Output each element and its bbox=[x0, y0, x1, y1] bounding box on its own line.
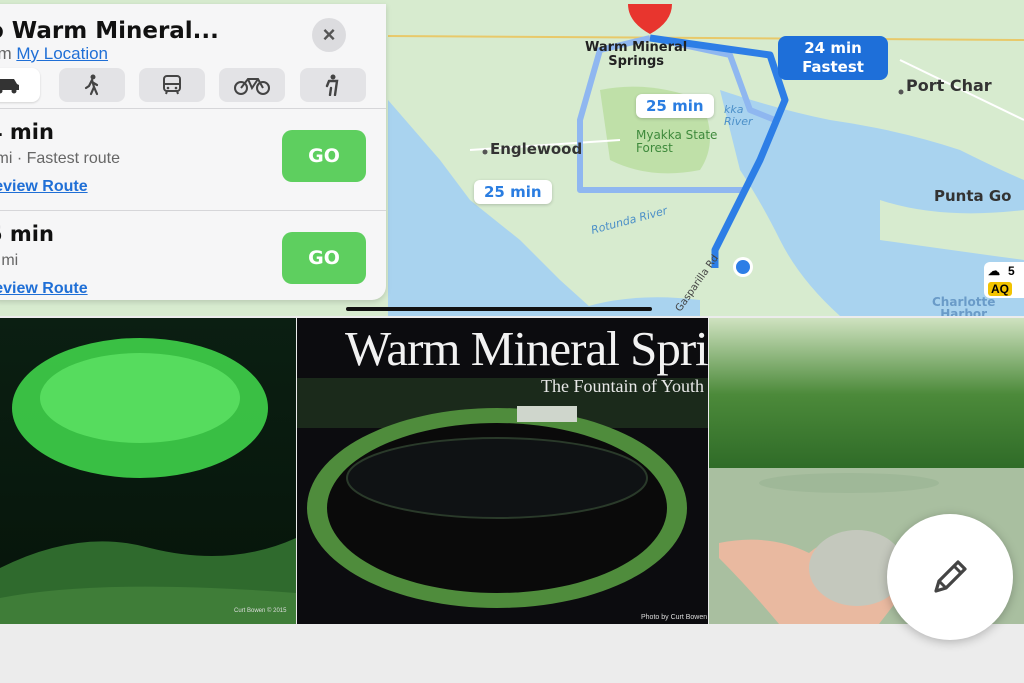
drag-handle[interactable] bbox=[346, 307, 652, 311]
route-2-go-button[interactable]: GO bbox=[282, 232, 366, 284]
myakka-river-b: River bbox=[724, 115, 753, 128]
photo-cave-underwater[interactable]: Curt Bowen © 2015 bbox=[0, 318, 296, 624]
mode-transit[interactable] bbox=[139, 68, 205, 102]
fastest-time: 24 min bbox=[804, 39, 862, 57]
ride-icon bbox=[325, 74, 339, 96]
route-1-time: 4 min bbox=[0, 120, 54, 144]
walk-icon bbox=[84, 74, 99, 96]
mode-drive[interactable] bbox=[0, 68, 40, 102]
directions-title: o Warm Mineral... bbox=[0, 18, 219, 44]
route-2-info: 0 mi bbox=[0, 252, 19, 269]
mode-bike[interactable] bbox=[219, 68, 285, 102]
place-port-charlotte: Port Char bbox=[906, 76, 992, 95]
route-option-1[interactable]: 4 min ' mi · Fastest route review Route … bbox=[0, 108, 386, 208]
place-englewood: Englewood bbox=[490, 140, 583, 158]
close-icon: × bbox=[322, 22, 336, 47]
photo-1-credit: Curt Bowen © 2015 bbox=[234, 608, 287, 614]
photo-2-subtitle: The Fountain of Youth bbox=[541, 376, 705, 396]
myakka-line2: Forest bbox=[636, 141, 673, 155]
fastest-label: Fastest bbox=[802, 58, 864, 76]
alt-route-time-2[interactable]: 25 min bbox=[474, 180, 552, 204]
charlotte-line2: Harbor bbox=[940, 307, 988, 316]
route-2-preview-link[interactable]: review Route bbox=[0, 280, 88, 298]
cave-illustration bbox=[0, 338, 296, 624]
edit-fab-button[interactable] bbox=[887, 514, 1013, 640]
place-myakka-river: kka River bbox=[724, 104, 753, 128]
photo-2-title: Warm Mineral Springs bbox=[345, 321, 708, 376]
pencil-icon bbox=[934, 560, 967, 593]
photo-spring-night[interactable]: Warm Mineral Springs The Fountain of You… bbox=[297, 318, 708, 624]
route-1-go-button[interactable]: GO bbox=[282, 130, 366, 182]
mode-walk[interactable] bbox=[59, 68, 125, 102]
bike-icon bbox=[234, 78, 270, 95]
destination-label: Warm Mineral Springs bbox=[585, 41, 687, 69]
from-prefix: om bbox=[0, 44, 12, 63]
place-charlotte-harbor: Charlotte Harbor bbox=[932, 296, 995, 316]
route-1-preview-link[interactable]: review Route bbox=[0, 178, 88, 196]
destination-line1: Warm Mineral bbox=[585, 40, 688, 55]
route-1-info: ' mi · Fastest route bbox=[0, 150, 120, 167]
directions-panel: o Warm Mineral... om My Location × 4 min… bbox=[0, 4, 386, 300]
aqi-label: AQ bbox=[988, 282, 1012, 296]
bus-icon bbox=[163, 75, 181, 95]
mode-ride[interactable] bbox=[300, 68, 366, 102]
my-location-link[interactable]: My Location bbox=[16, 44, 108, 63]
weather-temp: 5 bbox=[1008, 264, 1015, 278]
photo-2-credit: Photo by Curt Bowen bbox=[641, 614, 708, 621]
route-2-time: 5 min bbox=[0, 222, 54, 246]
weather-icon: ☁ bbox=[988, 264, 1000, 278]
close-button[interactable]: × bbox=[312, 18, 346, 52]
directions-from: om My Location bbox=[0, 44, 108, 64]
place-myakka-forest: Myakka State Forest bbox=[636, 129, 717, 155]
transport-modes bbox=[0, 68, 386, 106]
place-punta-gorda: Punta Go bbox=[934, 187, 1012, 205]
weather-badge[interactable]: ☁ 5 AQ bbox=[984, 262, 1024, 298]
destination-line2: Springs bbox=[608, 54, 665, 69]
fastest-route-badge[interactable]: 24 min Fastest bbox=[778, 36, 888, 80]
car-icon bbox=[0, 79, 19, 94]
alt-route-time-1[interactable]: 25 min bbox=[636, 94, 714, 118]
route-option-2[interactable]: 5 min 0 mi review Route GO bbox=[0, 210, 386, 300]
